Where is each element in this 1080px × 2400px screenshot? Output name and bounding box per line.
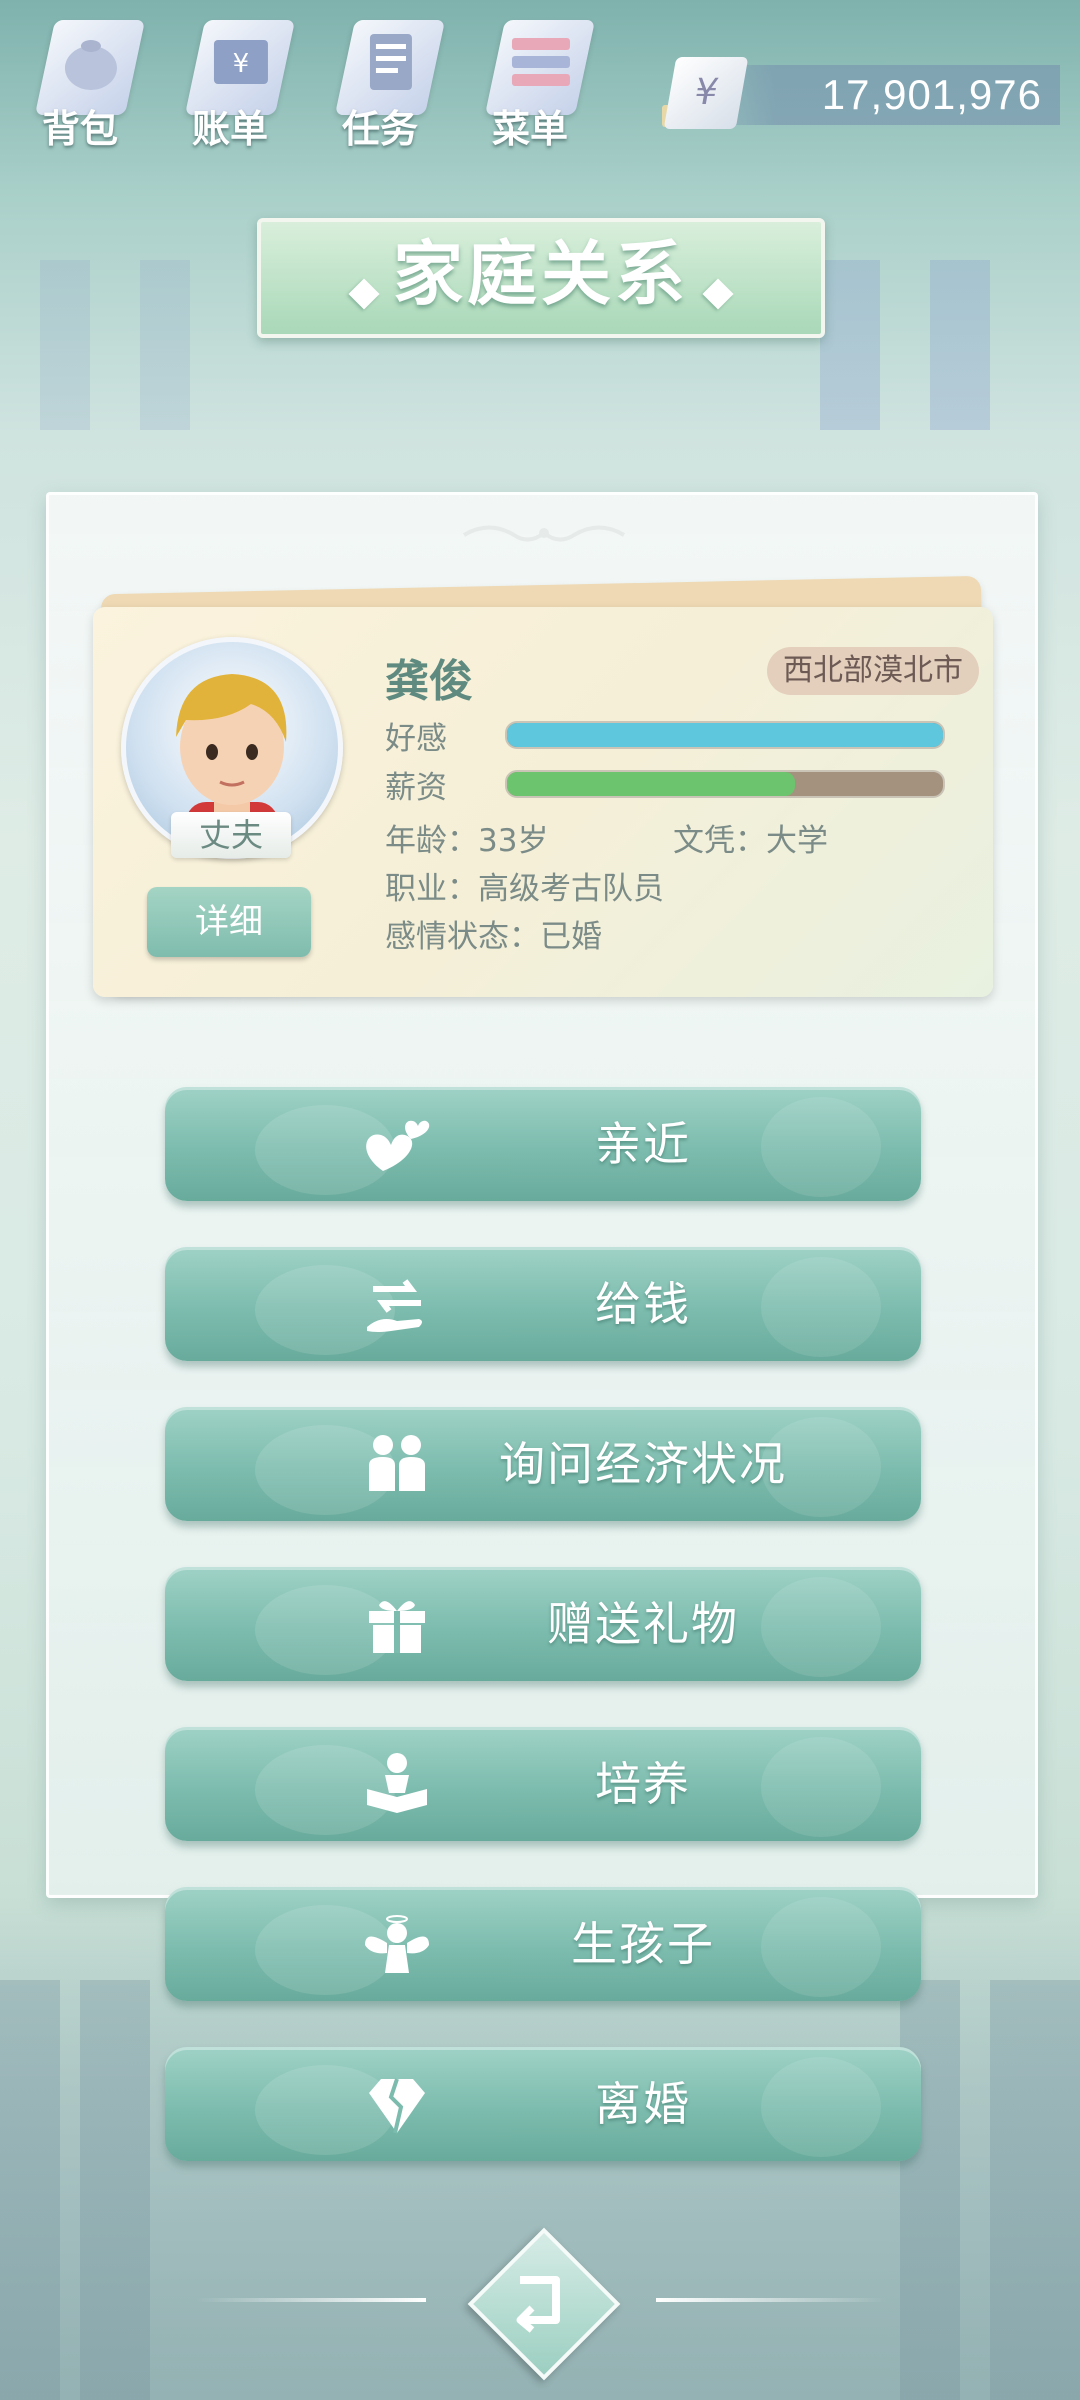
affection-bar <box>505 721 945 749</box>
cultivate-button[interactable]: 培养 <box>165 1727 921 1841</box>
page-title-plate: 家庭关系 <box>257 218 825 338</box>
money-display: ¥ 17,901,976 <box>662 57 1060 129</box>
give-money-button[interactable]: 给钱 <box>165 1247 921 1361</box>
salary-bar <box>505 770 945 798</box>
ask-finance-button[interactable]: 询问经济状况 <box>165 1407 921 1521</box>
page-title: 家庭关系 <box>393 233 689 315</box>
detail-button[interactable]: 详细 <box>147 887 311 957</box>
menu-label: 菜单 <box>491 107 568 151</box>
decor-line-right <box>656 2298 886 2302</box>
give-money-label: 给钱 <box>595 1277 691 1331</box>
affection-label: 好感 <box>385 721 447 757</box>
profile-card: 丈夫 详细 龚俊 西北部漠北市 好感 薪资 年龄：33岁 文凭：大学 职业：高级… <box>93 607 993 997</box>
bill-label: 账单 <box>191 107 268 151</box>
divorce-button[interactable]: 离婚 <box>165 2047 921 2161</box>
backpack-label: 背包 <box>41 107 118 151</box>
salary-bar-fill <box>507 772 795 796</box>
decor-line-left <box>196 2298 426 2302</box>
svg-text:¥: ¥ <box>233 49 250 79</box>
top-bar: 背包 ¥ 账单 任务 菜单 ¥ 17,901,976 <box>20 10 1060 151</box>
approach-label: 亲近 <box>595 1117 691 1171</box>
occupation-text: 职业：高级考古队员 <box>385 871 664 907</box>
ask-finance-label: 询问经济状况 <box>499 1437 787 1491</box>
salary-label: 薪资 <box>385 770 447 806</box>
bill-button[interactable]: ¥ 账单 <box>170 10 300 151</box>
character-name: 龚俊 <box>385 656 473 707</box>
diamond-right-icon <box>702 277 734 310</box>
back-arrow-icon <box>516 2276 560 2333</box>
cultivate-label: 培养 <box>595 1757 691 1811</box>
yen-icon: ¥ <box>663 57 749 129</box>
back-button[interactable] <box>467 2227 621 2381</box>
backpack-button[interactable]: 背包 <box>20 10 150 151</box>
have-child-button[interactable]: 生孩子 <box>165 1887 921 2001</box>
task-label: 任务 <box>341 107 418 151</box>
menu-button[interactable]: 菜单 <box>470 10 600 151</box>
divorce-label: 离婚 <box>595 2077 691 2131</box>
affection-bar-fill <box>507 723 943 747</box>
location-badge: 西北部漠北市 <box>767 647 979 695</box>
give-gift-button[interactable]: 赠送礼物 <box>165 1567 921 1681</box>
age-text: 年龄：33岁 <box>385 823 549 859</box>
family-panel: 丈夫 详细 龚俊 西北部漠北市 好感 薪资 年龄：33岁 文凭：大学 职业：高级… <box>46 492 1038 2161</box>
role-ribbon: 丈夫 <box>171 812 291 858</box>
diamond-left-icon <box>348 277 380 310</box>
have-child-label: 生孩子 <box>571 1917 715 1971</box>
task-button[interactable]: 任务 <box>320 10 450 151</box>
relationship-text: 感情状态：已婚 <box>385 919 602 955</box>
money-amount: 17,901,976 <box>821 71 1042 118</box>
education-text: 文凭：大学 <box>673 823 828 859</box>
approach-button[interactable]: 亲近 <box>165 1087 921 1201</box>
give-gift-label: 赠送礼物 <box>547 1597 739 1651</box>
ornament-icon <box>462 525 626 542</box>
